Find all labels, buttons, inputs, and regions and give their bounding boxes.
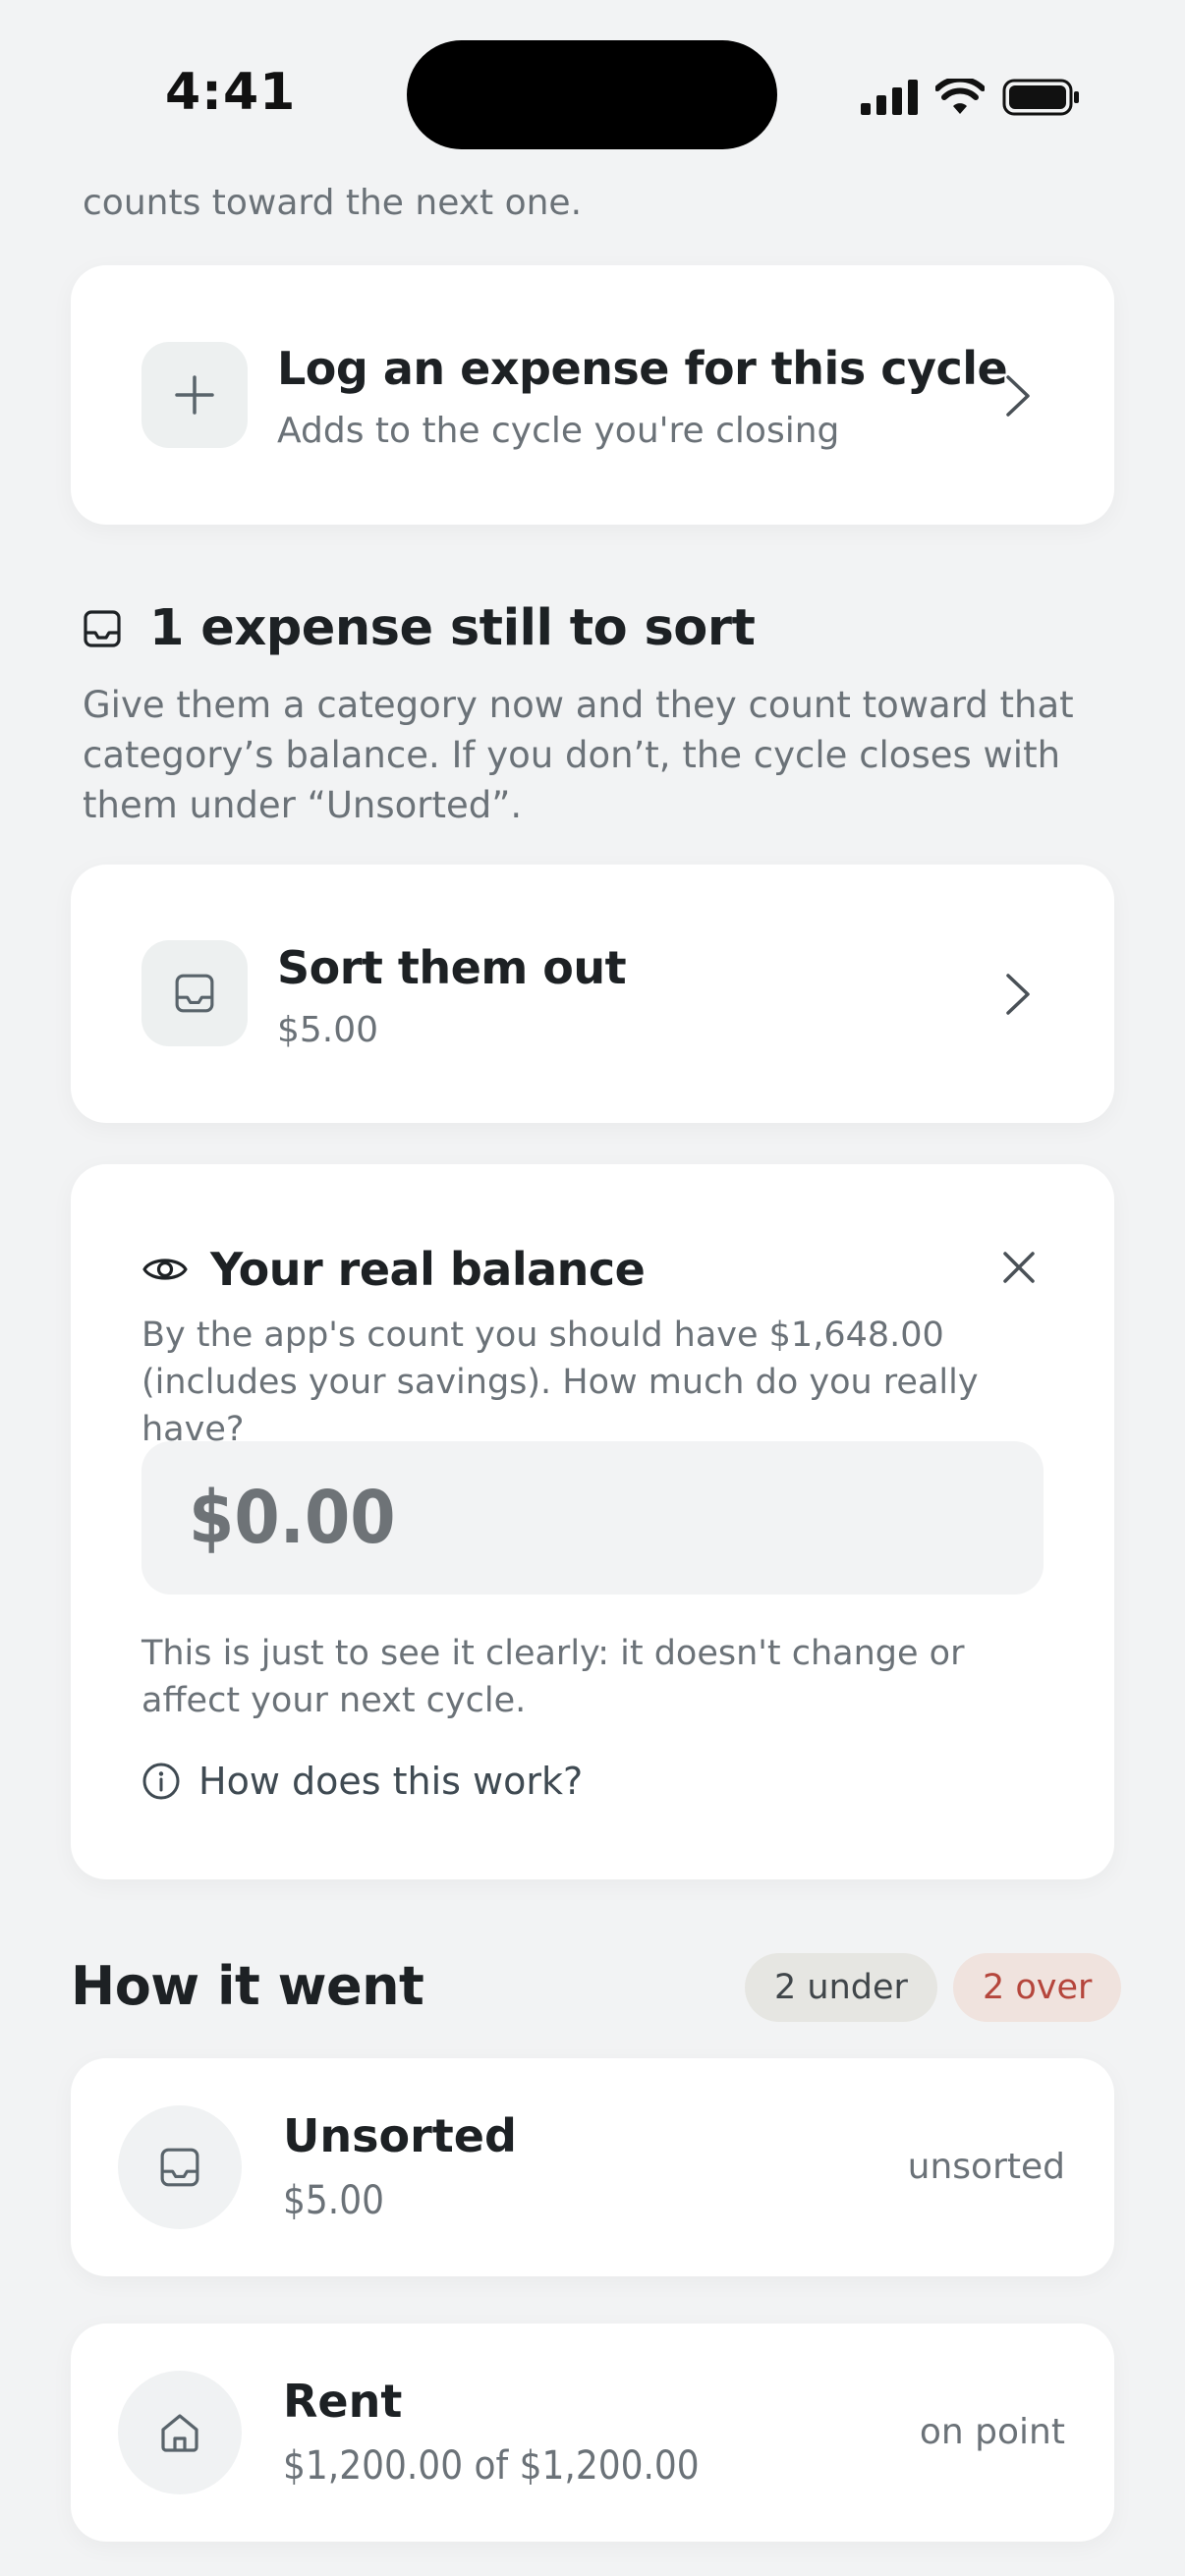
chevron-right-icon xyxy=(998,371,1038,420)
real-balance-title: Your real balance xyxy=(210,1243,646,1296)
how-does-this-work-link[interactable]: How does this work? xyxy=(141,1760,583,1803)
status-icons xyxy=(861,73,1081,122)
intro-text: counts toward the next one. xyxy=(83,183,583,223)
category-status: unsorted xyxy=(907,2147,1065,2187)
inbox-icon xyxy=(160,2148,199,2187)
info-icon xyxy=(142,1763,180,1800)
inbox-icon xyxy=(175,974,214,1013)
unsorted-description: Give them a category now and they count … xyxy=(83,684,1074,826)
plus-icon xyxy=(175,375,214,415)
log-expense-card[interactable]: Log an expense for this cycle Adds to th… xyxy=(71,265,1114,525)
category-amount: $1,200.00 of $1,200.00 xyxy=(283,2443,700,2489)
over-badge: 2 over xyxy=(953,1953,1122,2022)
category-name: Rent xyxy=(283,2375,403,2428)
real-balance-header: Your real balance xyxy=(141,1243,646,1296)
plus-icon-tile xyxy=(141,342,248,448)
dynamic-island xyxy=(407,40,777,149)
status-time: 4:41 xyxy=(165,63,297,122)
category-row-rent[interactable]: Rent $1,200.00 of $1,200.00 on point xyxy=(71,2324,1114,2542)
battery-icon xyxy=(1002,79,1079,116)
real-balance-description: By the app's count you should have $1,64… xyxy=(141,1316,979,1449)
close-icon xyxy=(1003,1252,1035,1283)
under-badge: 2 under xyxy=(745,1953,937,2022)
chevron-right-icon xyxy=(998,970,1038,1019)
log-expense-title: Log an expense for this cycle xyxy=(277,342,1008,395)
unsorted-section-heading: 1 expense still to sort xyxy=(83,599,756,657)
category-icon-circle xyxy=(118,2105,242,2229)
real-balance-note: This is just to see it clearly: it doesn… xyxy=(141,1634,965,1720)
category-name: Unsorted xyxy=(283,2109,517,2162)
home-icon xyxy=(161,2414,198,2452)
category-icon-circle xyxy=(118,2371,242,2494)
category-status: on point xyxy=(919,2412,1065,2452)
inbox-icon xyxy=(84,609,121,647)
eye-icon xyxy=(142,1259,188,1280)
real-balance-card: Your real balance By the app's count you… xyxy=(71,1164,1114,1879)
status-bar: 4:41 xyxy=(0,0,1185,196)
unsorted-heading-text: 1 expense still to sort xyxy=(149,599,756,657)
sort-them-out-card[interactable]: Sort them out $5.00 xyxy=(71,865,1114,1123)
log-expense-subtitle: Adds to the cycle you're closing xyxy=(277,411,840,451)
wifi-icon xyxy=(935,79,985,114)
real-balance-input[interactable] xyxy=(141,1441,1044,1595)
close-button[interactable] xyxy=(994,1243,1044,1292)
how-does-this-work-label: How does this work? xyxy=(198,1760,584,1803)
inbox-icon-tile xyxy=(141,940,248,1046)
how-it-went-title: How it went xyxy=(71,1955,424,2017)
category-row-unsorted[interactable]: Unsorted $5.00 unsorted xyxy=(71,2058,1114,2276)
cellular-signal-icon xyxy=(861,80,918,115)
sort-card-amount: $5.00 xyxy=(277,1010,379,1050)
sort-card-title: Sort them out xyxy=(277,941,627,994)
category-amount: $5.00 xyxy=(283,2178,384,2223)
